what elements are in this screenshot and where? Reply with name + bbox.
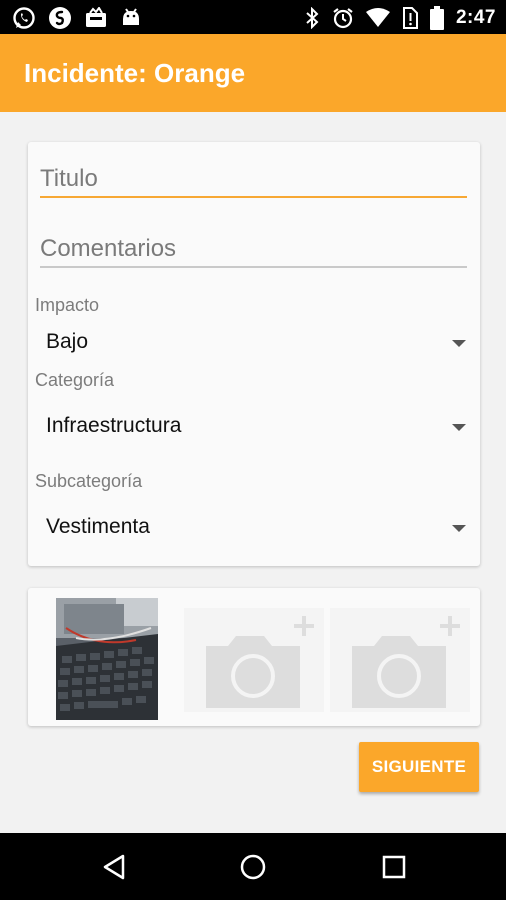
app-bar: Incidente: Orange xyxy=(0,34,506,112)
subcategoria-dropdown[interactable]: Vestimenta xyxy=(46,507,466,547)
android-icon xyxy=(120,7,142,29)
main-content: Impacto Bajo Categoría Infraestructura S… xyxy=(0,112,506,833)
incident-form-card: Impacto Bajo Categoría Infraestructura S… xyxy=(28,142,480,566)
add-photo-slot-2[interactable] xyxy=(184,608,324,712)
bluetooth-icon xyxy=(304,7,320,29)
home-icon[interactable] xyxy=(237,851,269,883)
shazam-icon xyxy=(48,6,72,30)
page-title: Incidente: Orange xyxy=(24,58,246,88)
add-photo-slot-3[interactable] xyxy=(330,608,470,712)
comments-input[interactable] xyxy=(40,232,467,266)
navigation-bar xyxy=(0,833,506,900)
categoria-dropdown[interactable]: Infraestructura xyxy=(46,406,466,446)
recents-icon[interactable] xyxy=(378,851,410,883)
dropdown-arrow-icon xyxy=(452,340,466,347)
photo-thumbnail[interactable] xyxy=(56,598,158,720)
impacto-dropdown[interactable]: Bajo xyxy=(46,322,466,362)
add-photo-icon xyxy=(206,616,314,708)
subcategoria-label: Subcategoría xyxy=(35,471,143,491)
next-button[interactable]: SIGUIENTE xyxy=(359,742,479,792)
back-icon[interactable] xyxy=(98,851,130,883)
alarm-icon xyxy=(332,7,354,29)
no-sim-icon xyxy=(402,7,418,29)
status-bar: 2:47 xyxy=(0,0,506,34)
impacto-value: Bajo xyxy=(46,330,89,353)
dropdown-arrow-icon xyxy=(452,525,466,532)
add-photo-icon xyxy=(352,616,460,708)
title-field-container xyxy=(40,162,467,198)
inbox-icon xyxy=(84,7,108,29)
subcategoria-value: Vestimenta xyxy=(46,515,150,538)
clock-time: 2:47 xyxy=(455,7,496,28)
photos-card xyxy=(28,588,480,726)
comments-field-container xyxy=(40,232,467,268)
wifi-icon xyxy=(365,8,390,28)
impacto-label: Impacto xyxy=(35,295,100,315)
whatsapp-icon xyxy=(12,6,36,30)
title-input[interactable] xyxy=(40,162,467,196)
categoria-label: Categoría xyxy=(35,370,115,390)
categoria-value: Infraestructura xyxy=(46,414,182,437)
battery-icon xyxy=(429,6,444,30)
dropdown-arrow-icon xyxy=(452,424,466,431)
